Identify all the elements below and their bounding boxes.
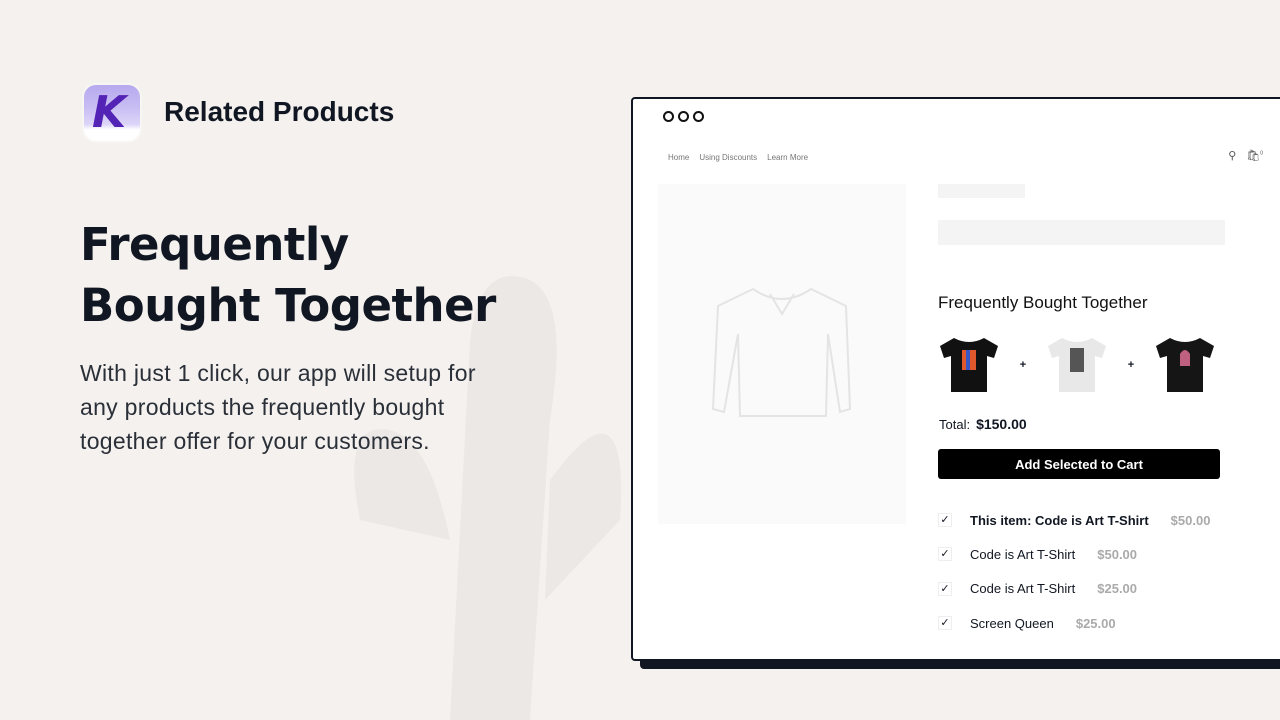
app-logo: K [84, 85, 140, 141]
product-thumb-2[interactable] [1046, 336, 1108, 394]
item-price: $25.00 [1075, 615, 1116, 631]
cart-icon[interactable]: 🛍0 [1246, 149, 1263, 162]
product-thumb-1[interactable] [938, 336, 1000, 394]
item-price: $50.00 [1097, 546, 1138, 562]
list-item: ✓ This item: Code is Art T-Shirt $50.00 [938, 503, 1210, 537]
product-image [658, 184, 906, 524]
store-nav: Home Using Discounts Learn More [668, 153, 808, 162]
item-checkbox[interactable]: ✓ [938, 616, 952, 631]
brand-name: Related Products [164, 96, 395, 127]
title-placeholder [938, 184, 1025, 198]
item-name: Screen Queen [970, 615, 1054, 631]
item-price: $50.00 [1170, 512, 1211, 528]
plus-sign: + [1127, 359, 1135, 371]
nav-home[interactable]: Home [668, 153, 689, 162]
item-name: Code is Art T-Shirt [970, 581, 1076, 597]
item-checkbox[interactable]: ✓ [938, 513, 952, 528]
cart-count: 0 [1260, 150, 1263, 157]
total-value: $150.00 [976, 416, 1027, 432]
hero-title: Frequently Bought Together [80, 218, 496, 332]
search-icon[interactable]: ⚲ [1228, 149, 1236, 162]
hero-description: With just 1 click, our app will setup fo… [80, 360, 476, 454]
item-name: This item: Code is Art T-Shirt [970, 512, 1149, 528]
nav-learn-more[interactable]: Learn More [767, 153, 808, 162]
list-item: ✓ Code is Art T-Shirt $25.00 [938, 572, 1210, 606]
bundle-items: ✓ This item: Code is Art T-Shirt $50.00 ✓ C… [938, 503, 1210, 640]
total-label: Total: [939, 417, 971, 432]
logo-letter: K [92, 87, 127, 138]
item-price: $25.00 [1097, 581, 1138, 597]
item-checkbox[interactable]: ✓ [938, 581, 952, 596]
product-thumb-3[interactable] [1154, 336, 1216, 394]
item-checkbox[interactable]: ✓ [938, 547, 952, 562]
nav-using-discounts[interactable]: Using Discounts [699, 153, 757, 162]
fbt-title: Frequently Bought Together [938, 293, 1148, 312]
list-item: ✓ Code is Art T-Shirt $50.00 [938, 537, 1210, 571]
plus-sign: + [1019, 359, 1027, 371]
item-name: Code is Art T-Shirt [970, 546, 1076, 562]
price-placeholder [938, 220, 1225, 245]
add-selected-to-cart-button[interactable]: Add Selected to Cart [938, 449, 1220, 479]
total: Total: $150.00 [939, 416, 1027, 432]
bundle-products: + + [938, 336, 1216, 394]
window-dots [663, 111, 704, 122]
list-item: ✓ Screen Queen $25.00 [938, 606, 1210, 640]
store-window: Home Using Discounts Learn More ⚲ 🛍0 Fre… [631, 97, 1280, 661]
